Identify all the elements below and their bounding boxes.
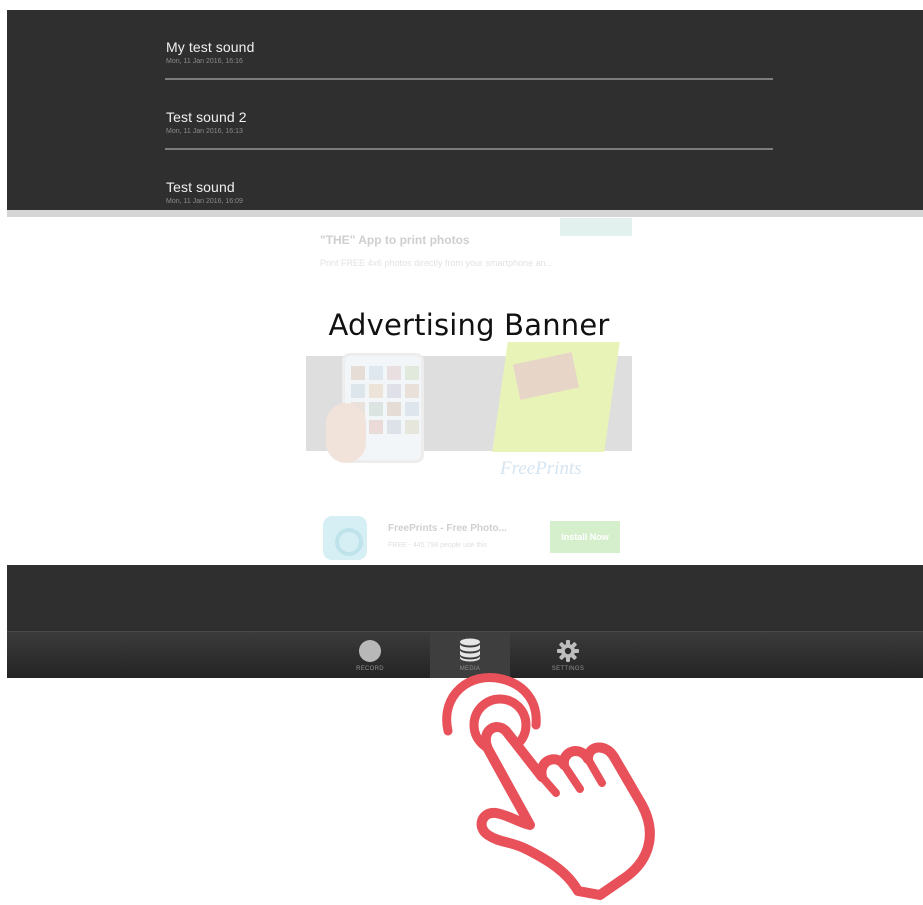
advertising-banner-label: Advertising Banner	[328, 308, 610, 342]
install-button[interactable]: Install Now	[550, 521, 620, 553]
ad-hand-graphic	[326, 403, 366, 463]
tab-record[interactable]: RECORD	[330, 632, 410, 678]
ad-app-name: FreePrints - Free Photo...	[388, 523, 507, 534]
ad-app-meta: FREE - 445,798 people use this	[388, 542, 488, 549]
recording-item[interactable]: Test sound 2 Mon, 11 Jan 2016, 16:13	[165, 90, 773, 150]
ad-choices-badge[interactable]	[560, 218, 632, 236]
app-icon	[323, 516, 367, 560]
recording-title: Test sound 2	[166, 109, 247, 125]
ad-brand-logo: FreePrints	[500, 458, 582, 479]
recording-date: Mon, 11 Jan 2016, 16:09	[166, 198, 243, 205]
content-footer	[7, 565, 923, 631]
tab-label: RECORD	[356, 666, 384, 672]
app-screen: My test sound Mon, 11 Jan 2016, 16:16 Te…	[0, 0, 923, 905]
recording-item[interactable]: My test sound Mon, 11 Jan 2016, 16:16	[165, 20, 773, 80]
ad-description: Print FREE 4x6 photos directly from your…	[320, 258, 554, 268]
recording-date: Mon, 11 Jan 2016, 16:13	[166, 128, 243, 135]
recording-title: Test sound	[166, 179, 235, 195]
ad-headline: "THE" App to print photos	[320, 233, 470, 247]
row-divider	[165, 148, 773, 150]
ad-banner[interactable]: "THE" App to print photos Print FREE 4x6…	[306, 218, 632, 562]
recording-title: My test sound	[166, 39, 255, 55]
gear-icon	[557, 640, 579, 662]
row-divider	[165, 78, 773, 80]
recordings-list: My test sound Mon, 11 Jan 2016, 16:16 Te…	[7, 10, 923, 210]
record-icon	[359, 640, 381, 662]
list-bottom-edge	[7, 210, 923, 217]
database-icon	[459, 638, 481, 662]
pointing-hand-icon	[442, 673, 655, 900]
recording-date: Mon, 11 Jan 2016, 16:16	[166, 58, 243, 65]
